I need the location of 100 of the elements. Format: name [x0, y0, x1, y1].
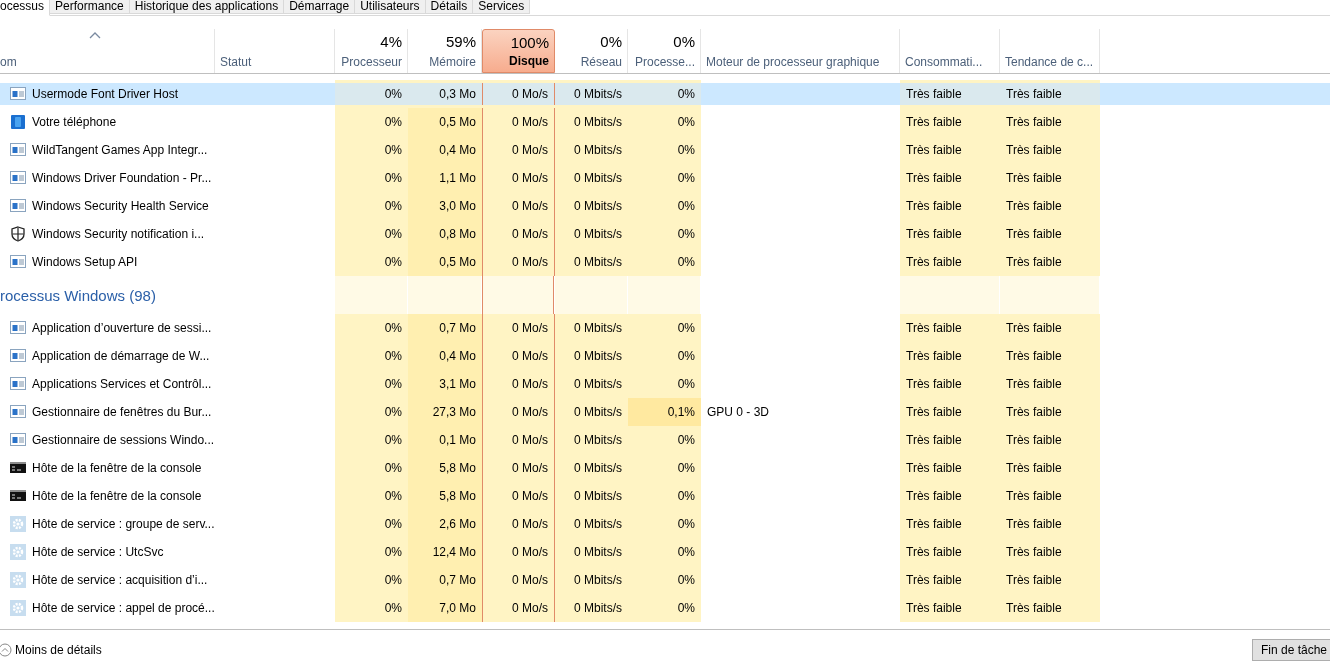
column-header[interactable]: Moteur de processeur graphique — [701, 29, 900, 73]
process-row[interactable]: Application de démarrage de W... 0% 0,4 Mo 0 Mo/s 0 Mbits/s 0% Très faible Très faible — [0, 342, 1330, 370]
end-task-button[interactable]: Fin de tâche — [1251, 638, 1330, 661]
table-cell: Très faible — [1000, 370, 1100, 398]
table-cell: 12,4 Mo — [408, 538, 482, 566]
table-cell: 0% — [628, 482, 701, 510]
table-cell: Très faible — [1000, 510, 1100, 538]
app-window-icon — [10, 198, 26, 214]
table-cell: 0 Mo/s — [482, 192, 555, 220]
table-cell: Très faible — [1000, 482, 1100, 510]
table-cell: 0 Mo/s — [482, 426, 555, 454]
process-row[interactable]: Windows Driver Foundation - Pr... 0% 1,1 Mo 0 Mo/s 0 Mbits/s 0% Très faible Très faible — [0, 164, 1330, 192]
tab[interactable]: Performance — [50, 0, 130, 14]
table-cell: Très faible — [1000, 83, 1100, 105]
tab[interactable]: Utilisateurs — [355, 0, 426, 14]
process-row[interactable]: Hôte de service : UtcSvc 0% 12,4 Mo 0 Mo/s 0 Mbits/s 0% Très faible Très faible — [0, 538, 1330, 566]
table-cell: 0% — [628, 136, 701, 164]
column-header[interactable]: Consommati... — [900, 29, 1000, 73]
table-cell: Très faible — [900, 83, 1000, 105]
table-cell: Très faible — [1000, 398, 1100, 426]
table-cell: 0,1 Mo — [408, 426, 482, 454]
process-name: Hôte de service : UtcSvc — [32, 545, 164, 559]
table-cell: 0% — [335, 482, 408, 510]
table-cell: Très faible — [900, 398, 1000, 426]
process-name: Hôte de service : groupe de serv... — [32, 517, 215, 531]
process-name: Application de démarrage de W... — [32, 349, 210, 363]
gear-icon — [10, 572, 26, 588]
process-row[interactable]: Windows Security Health Service 0% 3,0 Mo 0 Mo/s 0 Mbits/s 0% Très faible Très faible — [0, 192, 1330, 220]
table-cell: Très faible — [900, 426, 1000, 454]
table-cell: 0 Mo/s — [482, 370, 555, 398]
table-cell: 0 Mbits/s — [555, 192, 628, 220]
process-row[interactable]: Application d’ouverture de sessi... 0% 0,7 Mo 0 Mo/s 0 Mbits/s 0% Très faible Très faible — [0, 314, 1330, 342]
table-cell: 0% — [335, 83, 408, 105]
table-cell: 0% — [628, 108, 701, 136]
process-name: Hôte de service : acquisition d’i... — [32, 573, 208, 587]
tab[interactable]: Détails — [425, 0, 474, 14]
process-row[interactable]: WildTangent Games App Integr... 0% 0,4 Mo 0 Mo/s 0 Mbits/s 0% Très faible Très faible — [0, 136, 1330, 164]
tab[interactable]: ocessus — [0, 0, 51, 16]
process-name: Applications Services et Contrôl... — [32, 377, 212, 391]
table-cell: 0 Mo/s — [482, 248, 555, 276]
table-cell: 0 Mbits/s — [555, 220, 628, 248]
table-cell: Très faible — [900, 566, 1000, 594]
table-cell: 0,5 Mo — [408, 108, 482, 136]
tab[interactable]: Démarrage — [284, 0, 356, 14]
column-header[interactable]: Statut — [215, 29, 335, 73]
column-header[interactable]: Tendance de c... — [1000, 29, 1100, 73]
less-details-link[interactable]: Moins de détails — [0, 642, 102, 657]
column-header[interactable]: om — [0, 29, 215, 73]
column-header[interactable]: 100% Disque — [482, 29, 555, 73]
column-header[interactable]: 0% Processe... — [628, 29, 701, 73]
table-cell: 0 Mo/s — [482, 566, 555, 594]
table-cell: 0,1% — [628, 398, 701, 426]
process-row[interactable]: Usermode Font Driver Host 0% 0,3 Mo 0 Mo/s 0 Mbits/s 0% Très faible Très faible — [0, 80, 1330, 108]
app-window-icon — [10, 142, 26, 158]
table-cell: 0 Mo/s — [482, 398, 555, 426]
table-cell: 0% — [628, 83, 701, 105]
process-name: WildTangent Games App Integr... — [32, 143, 208, 157]
app-window-icon — [10, 432, 26, 448]
table-cell: 0 Mo/s — [482, 314, 555, 342]
table-cell: Très faible — [900, 538, 1000, 566]
table-cell: 0 Mo/s — [482, 220, 555, 248]
process-row[interactable]: Hôte de la fenêtre de la console 0% 5,8 Mo 0 Mo/s 0 Mbits/s 0% Très faible Très faible — [0, 482, 1330, 510]
process-name: Windows Driver Foundation - Pr... — [32, 171, 212, 185]
table-cell: 5,8 Mo — [408, 454, 482, 482]
process-row[interactable]: Gestionnaire de sessions Windo... 0% 0,1 Mo 0 Mo/s 0 Mbits/s 0% Très faible Très faible — [0, 426, 1330, 454]
console-icon — [10, 460, 26, 476]
process-row[interactable]: Windows Setup API 0% 0,5 Mo 0 Mo/s 0 Mbits/s 0% Très faible Très faible — [0, 248, 1330, 276]
table-cell: Très faible — [900, 482, 1000, 510]
table-cell: Très faible — [1000, 566, 1100, 594]
table-cell: Très faible — [900, 108, 1000, 136]
process-name: Windows Security Health Service — [32, 199, 209, 213]
process-row[interactable]: Hôte de service : acquisition d’i... 0% 0,7 Mo 0 Mo/s 0 Mbits/s 0% Très faible Très faible — [0, 566, 1330, 594]
process-row[interactable]: Windows Security notification i... 0% 0,8 Mo 0 Mo/s 0 Mbits/s 0% Très faible Très faible — [0, 220, 1330, 248]
table-cell: Très faible — [1000, 136, 1100, 164]
table-cell: 2,6 Mo — [408, 510, 482, 538]
process-row[interactable]: Hôte de la fenêtre de la console 0% 5,8 Mo 0 Mo/s 0 Mbits/s 0% Très faible Très faible — [0, 454, 1330, 482]
column-header[interactable]: 0% Réseau — [555, 29, 628, 73]
table-cell: 0 Mbits/s — [555, 482, 628, 510]
process-row[interactable]: Hôte de service : appel de procé... 0% 7,0 Mo 0 Mo/s 0 Mbits/s 0% Très faible Très faible — [0, 594, 1330, 622]
process-row[interactable]: Applications Services et Contrôl... 0% 3,1 Mo 0 Mo/s 0 Mbits/s 0% Très faible Très faible — [0, 370, 1330, 398]
table-cell: 0% — [628, 164, 701, 192]
table-cell: 0% — [335, 594, 408, 622]
table-cell — [628, 276, 700, 314]
tab[interactable]: Services — [473, 0, 531, 14]
table-cell: Très faible — [1000, 248, 1100, 276]
table-cell: 0,3 Mo — [408, 83, 482, 105]
process-row[interactable]: Votre téléphone 0% 0,5 Mo 0 Mo/s 0 Mbits/s 0% Très faible Très faible — [0, 108, 1330, 136]
table-cell: 0,7 Mo — [408, 566, 482, 594]
app-window-icon — [10, 320, 26, 336]
app-window-icon — [10, 170, 26, 186]
process-row[interactable]: Gestionnaire de fenêtres du Bur... 0% 27,3 Mo 0 Mo/s 0 Mbits/s 0,1% GPU 0 - 3D Très faible Très faible — [0, 398, 1330, 426]
table-cell: Très faible — [900, 342, 1000, 370]
column-header[interactable]: 4% Processeur — [335, 29, 408, 73]
table-cell: Très faible — [900, 594, 1000, 622]
process-row[interactable]: Hôte de service : groupe de serv... 0% 2,6 Mo 0 Mo/s 0 Mbits/s 0% Très faible Très faible — [0, 510, 1330, 538]
table-cell: Très faible — [1000, 108, 1100, 136]
table-cell: Très faible — [900, 164, 1000, 192]
tab[interactable]: Historique des applications — [129, 0, 285, 14]
shield-icon — [10, 226, 26, 242]
table-cell: Très faible — [900, 454, 1000, 482]
